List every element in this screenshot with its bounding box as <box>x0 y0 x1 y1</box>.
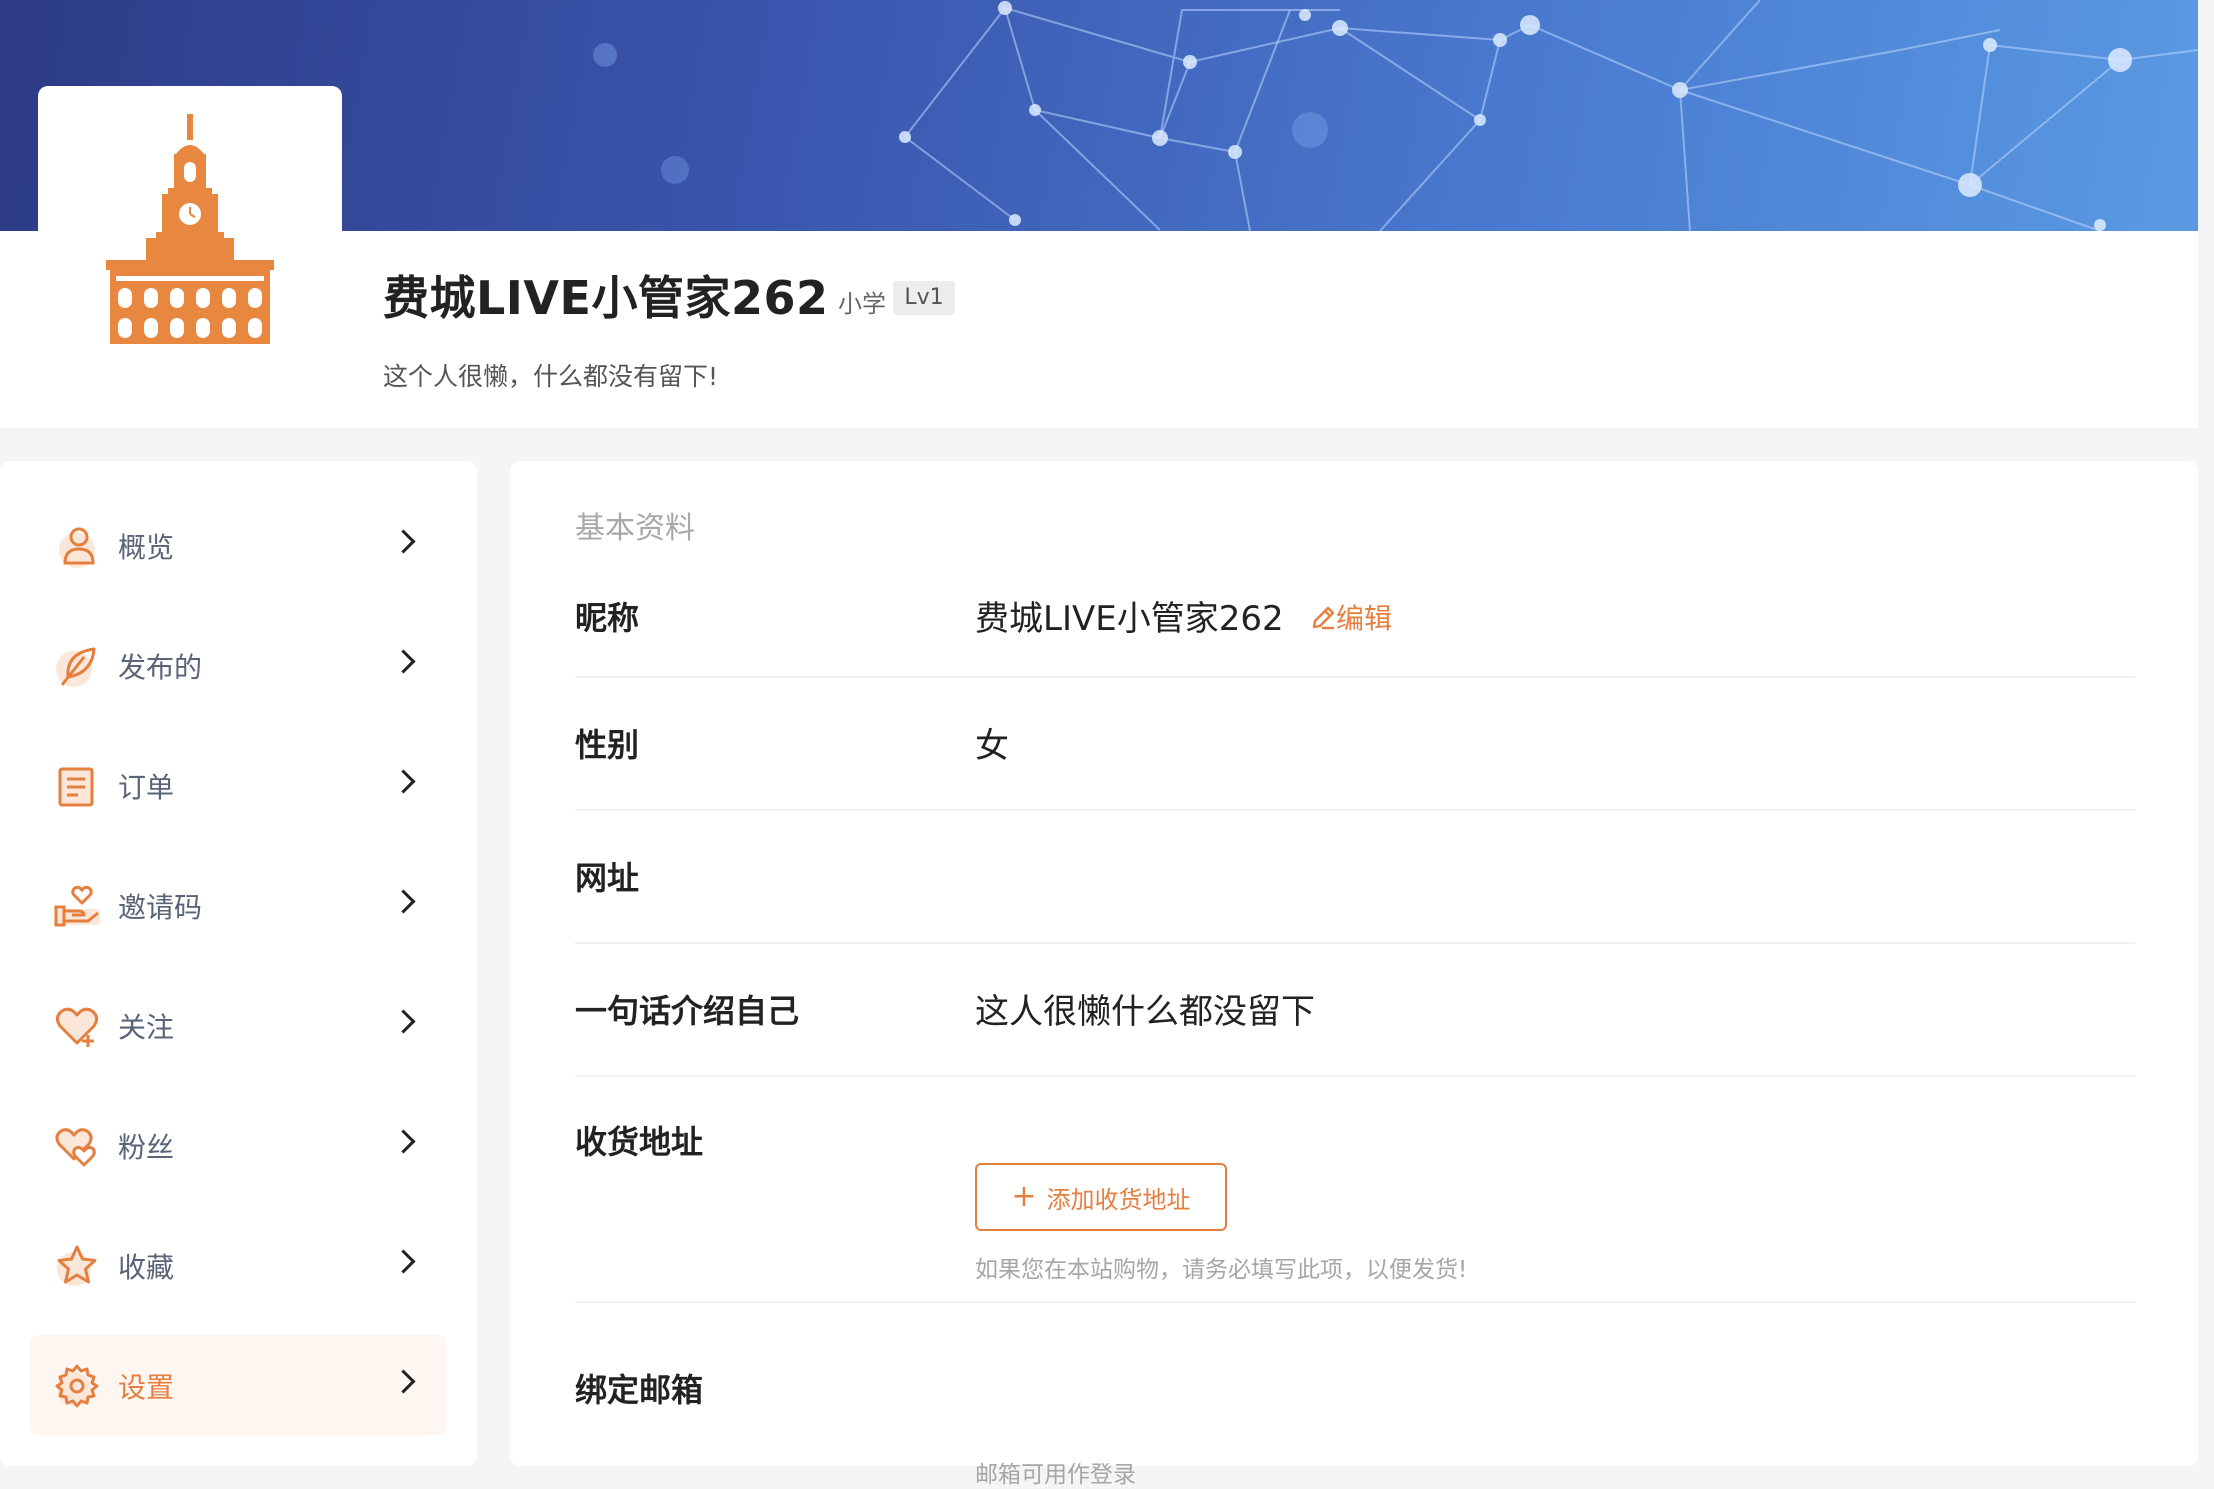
building-logo-icon <box>106 114 274 344</box>
gender-value: 女 <box>975 726 1009 766</box>
chevron-right-icon <box>391 649 416 674</box>
sidebar-item-label: 概览 <box>118 531 175 564</box>
address-label: 收货地址 <box>575 1123 704 1161</box>
nickname-row: 昵称 费城LIVE小管家262 编辑 <box>575 573 2135 678</box>
hand-heart-icon <box>54 885 100 927</box>
email-row: 绑定邮箱 邮箱可用作登录 <box>575 1303 2135 1488</box>
chevron-right-icon <box>391 1129 416 1154</box>
sidebar-item-label: 收藏 <box>118 1251 175 1284</box>
grade-label: 小学 <box>838 290 886 318</box>
sidebar-item-label: 粉丝 <box>118 1131 175 1164</box>
chevron-right-icon <box>391 529 416 554</box>
sidebar-item-fans[interactable]: 粉丝 <box>30 1095 446 1195</box>
add-address-label: 添加收货地址 <box>1046 1185 1191 1214</box>
gender-label: 性别 <box>575 726 640 764</box>
pencil-icon <box>1312 606 1335 630</box>
document-icon <box>58 767 94 807</box>
avatar[interactable] <box>38 86 342 386</box>
website-row: 网址 <box>575 811 2135 944</box>
edit-label: 编辑 <box>1336 602 1393 635</box>
chevron-right-icon <box>391 769 416 794</box>
sidebar-item-favorites[interactable]: 收藏 <box>30 1215 446 1315</box>
sidebar-item-label: 邀请码 <box>118 891 203 924</box>
sidebar-item-invite-code[interactable]: 邀请码 <box>30 855 446 955</box>
plus-icon: + <box>1011 1179 1037 1214</box>
feather-icon <box>56 647 96 687</box>
section-title: 基本资料 <box>575 511 695 546</box>
email-hint: 邮箱可用作登录 <box>975 1462 1136 1488</box>
profile-settings-panel: 基本资料 昵称 费城LIVE小管家262 编辑 性别 女 网址 一句话介绍自己 … <box>510 461 2198 1488</box>
gender-row: 性别 女 <box>575 678 2135 811</box>
add-address-button[interactable]: + 添加收货地址 <box>975 1163 1227 1231</box>
sidebar-item-label: 发布的 <box>118 651 203 684</box>
chevron-right-icon <box>391 1009 416 1034</box>
level-badge: Lv1 <box>893 281 955 315</box>
hearts-icon <box>55 1128 96 1167</box>
sidebar-nav: 概览 发布的 订单 邀请码 关注 粉丝 收藏 设置 <box>0 461 477 1466</box>
sidebar-item-label: 设置 <box>118 1371 175 1404</box>
profile-bio: 这个人很懒，什么都没有留下! <box>383 362 719 391</box>
nickname-label: 昵称 <box>575 599 640 637</box>
sidebar-item-overview[interactable]: 概览 <box>30 495 446 595</box>
star-icon <box>57 1245 97 1286</box>
heart-plus-icon <box>55 1007 99 1047</box>
website-label: 网址 <box>575 859 640 897</box>
profile-username: 费城LIVE小管家262 <box>383 271 829 325</box>
chevron-right-icon <box>391 889 416 914</box>
sidebar-item-label: 订单 <box>118 771 175 804</box>
sidebar-item-following[interactable]: 关注 <box>30 975 446 1075</box>
chevron-right-icon <box>391 1369 416 1394</box>
sidebar-item-label: 关注 <box>118 1011 175 1044</box>
sidebar-item-published[interactable]: 发布的 <box>30 615 446 715</box>
intro-row: 一句话介绍自己 这人很懒什么都没留下 <box>575 944 2135 1077</box>
nickname-value: 费城LIVE小管家262 <box>975 599 1284 639</box>
user-icon <box>59 527 95 568</box>
gear-icon <box>55 1364 99 1408</box>
email-label: 绑定邮箱 <box>575 1371 704 1409</box>
address-hint: 如果您在本站购物，请务必填写此项，以便发货! <box>975 1257 1468 1283</box>
address-row: 收货地址 + 添加收货地址 如果您在本站购物，请务必填写此项，以便发货! <box>575 1077 2135 1303</box>
sidebar-item-orders[interactable]: 订单 <box>30 735 446 835</box>
intro-label: 一句话介绍自己 <box>575 992 800 1030</box>
sidebar-item-settings[interactable]: 设置 <box>30 1335 446 1435</box>
chevron-right-icon <box>391 1249 416 1274</box>
edit-nickname-link[interactable]: 编辑 <box>1310 597 1392 637</box>
intro-value: 这人很懒什么都没留下 <box>975 992 1315 1032</box>
